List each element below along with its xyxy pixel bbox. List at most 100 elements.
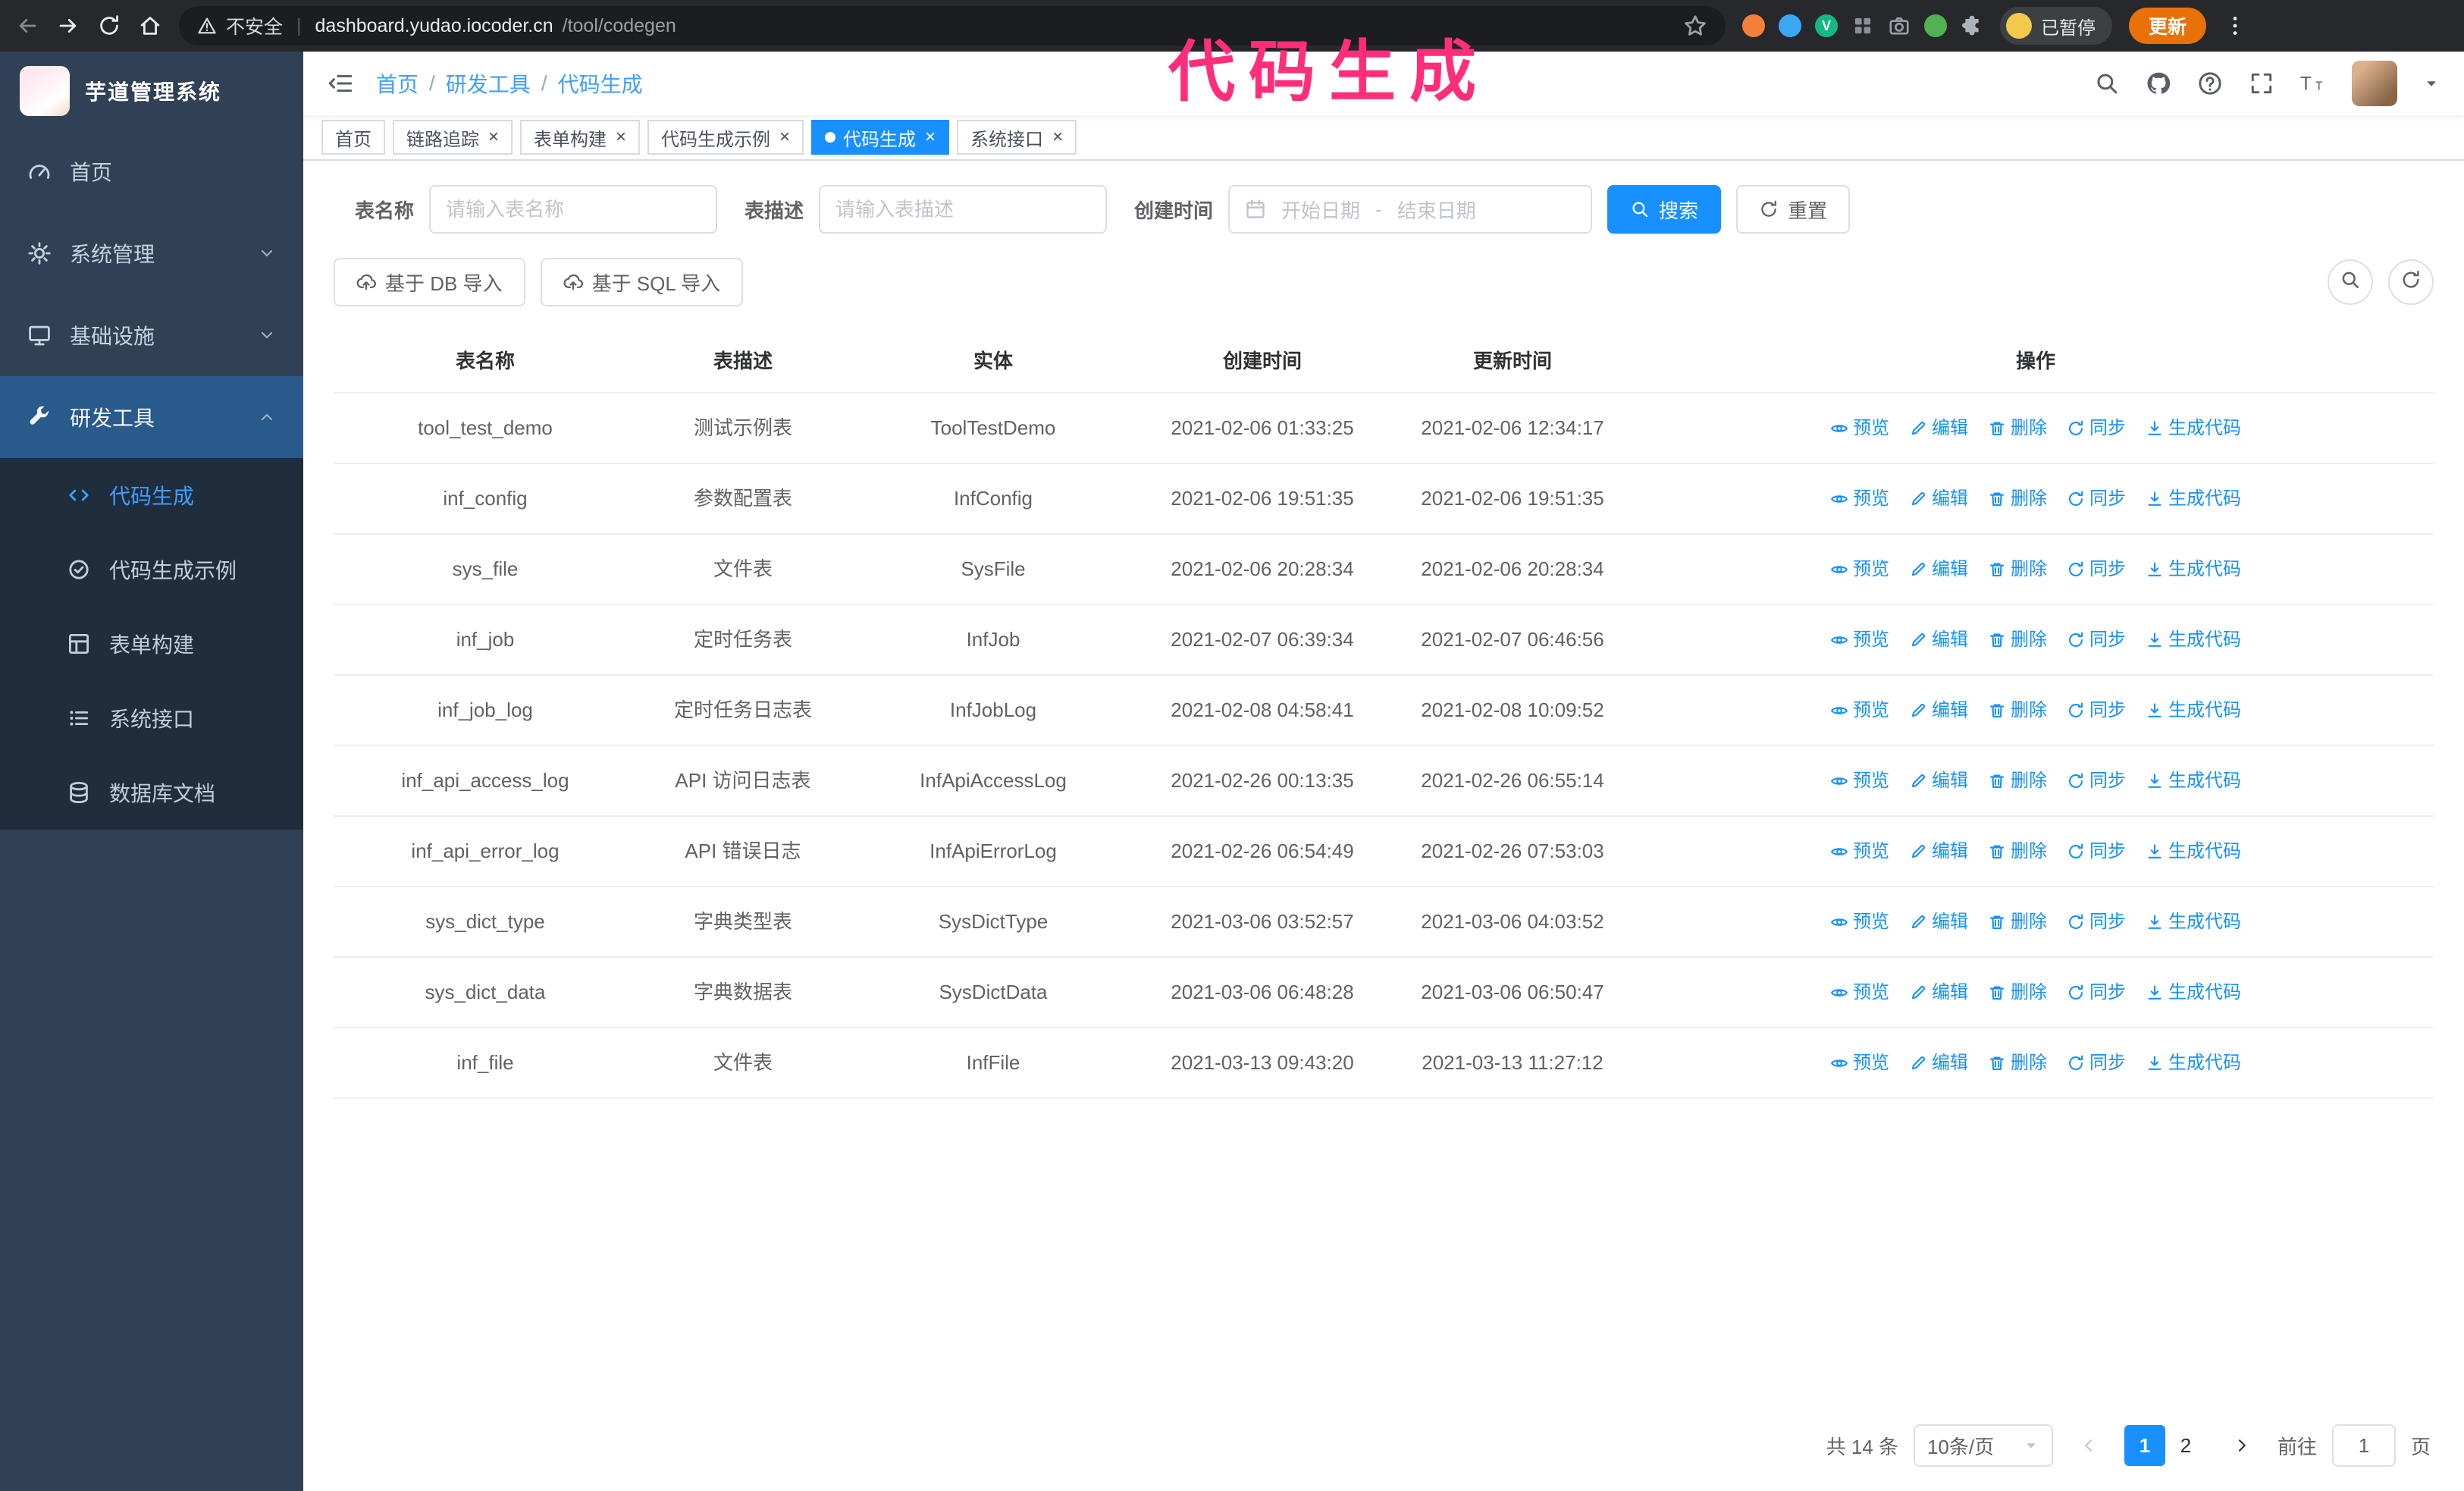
breadcrumb-item[interactable]: 首页	[376, 68, 419, 99]
action-preview[interactable]: 预览	[1830, 556, 1889, 583]
action-generate[interactable]: 生成代码	[2146, 697, 2241, 724]
action-edit[interactable]: 编辑	[1909, 697, 1968, 724]
address-bar[interactable]: 不安全 | dashboard.yudao.iocoder.cn/tool/co…	[179, 6, 1726, 46]
tab-form-builder[interactable]: 表单构建 ×	[520, 120, 641, 155]
action-sync[interactable]: 同步	[2067, 909, 2126, 936]
table-row[interactable]: inf_file 文件表 InfFile 2021-03-13 09:43:20 202…	[334, 1028, 2434, 1099]
sidebar-subitem-codegen[interactable]: 代码生成	[0, 458, 303, 532]
extension-7[interactable]	[1961, 14, 1983, 37]
action-delete[interactable]: 删除	[1988, 626, 2047, 654]
tab-codegen[interactable]: 代码生成 ×	[811, 120, 950, 155]
close-tab-icon[interactable]: ×	[779, 128, 790, 146]
sidebar-subitem-form-builder[interactable]: 表单构建	[0, 607, 303, 681]
action-sync[interactable]: 同步	[2067, 485, 2126, 513]
reset-button[interactable]: 重置	[1736, 185, 1851, 234]
sidebar-subitem-api[interactable]: 系统接口	[0, 681, 303, 755]
action-generate[interactable]: 生成代码	[2146, 979, 2241, 1006]
action-preview[interactable]: 预览	[1830, 838, 1889, 865]
import-db-button[interactable]: 基于 DB 导入	[334, 258, 525, 306]
action-delete[interactable]: 删除	[1988, 979, 2047, 1006]
action-sync[interactable]: 同步	[2067, 556, 2126, 583]
tab-tracer[interactable]: 链路追踪 ×	[393, 120, 513, 155]
action-generate[interactable]: 生成代码	[2146, 626, 2241, 654]
sidebar-item-system[interactable]: 系统管理	[0, 212, 303, 294]
table-row[interactable]: sys_dict_type 字典类型表 SysDictType 2021-03-06 …	[334, 887, 2434, 958]
action-generate[interactable]: 生成代码	[2146, 556, 2241, 583]
fullscreen-icon[interactable]	[2249, 71, 2274, 96]
table-desc-input[interactable]	[819, 185, 1108, 234]
next-page-button[interactable]	[2221, 1425, 2262, 1466]
extension-6[interactable]	[1924, 14, 1947, 37]
action-edit[interactable]: 编辑	[1909, 979, 1968, 1006]
home-icon[interactable]	[138, 14, 162, 38]
action-preview[interactable]: 预览	[1830, 909, 1889, 936]
page-button-1[interactable]: 1	[2124, 1425, 2165, 1466]
table-row[interactable]: inf_config 参数配置表 InfConfig 2021-02-06 19:51…	[334, 463, 2434, 535]
table-row[interactable]: inf_job 定时任务表 InfJob 2021-02-07 06:39:34 202…	[334, 604, 2434, 676]
table-row[interactable]: inf_job_log 定时任务日志表 InfJobLog 2021-02-08 04…	[334, 675, 2434, 746]
avatar-caret-icon[interactable]	[2423, 75, 2440, 92]
sidebar-subitem-db-doc[interactable]: 数据库文档	[0, 755, 303, 830]
breadcrumb-item[interactable]: 代码生成	[558, 68, 643, 99]
action-preview[interactable]: 预览	[1830, 415, 1889, 442]
action-sync[interactable]: 同步	[2067, 979, 2126, 1006]
action-generate[interactable]: 生成代码	[2146, 909, 2241, 936]
extension-5[interactable]	[1888, 14, 1911, 37]
toggle-search-button[interactable]	[2328, 259, 2373, 305]
page-button-2[interactable]: 2	[2165, 1425, 2206, 1466]
action-generate[interactable]: 生成代码	[2146, 838, 2241, 865]
forward-icon[interactable]	[56, 14, 80, 38]
action-edit[interactable]: 编辑	[1909, 415, 1968, 442]
fontsize-icon[interactable]: TT	[2300, 71, 2326, 96]
action-generate[interactable]: 生成代码	[2146, 767, 2241, 795]
close-tab-icon[interactable]: ×	[1052, 128, 1063, 146]
extension-2[interactable]	[1779, 14, 1801, 37]
action-sync[interactable]: 同步	[2067, 767, 2126, 795]
breadcrumb-item[interactable]: 研发工具	[446, 68, 531, 99]
back-icon[interactable]	[15, 14, 39, 38]
action-generate[interactable]: 生成代码	[2146, 485, 2241, 513]
table-row[interactable]: sys_dict_data 字典数据表 SysDictData 2021-03-06 …	[334, 957, 2434, 1028]
import-sql-button[interactable]: 基于 SQL 导入	[540, 258, 744, 306]
refresh-table-button[interactable]	[2388, 259, 2434, 305]
table-row[interactable]: inf_api_error_log API 错误日志 InfApiErrorLog 2…	[334, 816, 2434, 887]
tab-home[interactable]: 首页	[321, 120, 385, 155]
extension-4[interactable]	[1851, 14, 1874, 37]
search-button[interactable]: 搜索	[1607, 185, 1722, 234]
extension-1[interactable]	[1742, 14, 1765, 37]
action-delete[interactable]: 删除	[1988, 485, 2047, 513]
action-delete[interactable]: 删除	[1988, 838, 2047, 865]
extension-3[interactable]: V	[1815, 14, 1838, 37]
action-sync[interactable]: 同步	[2067, 1050, 2126, 1077]
logo[interactable]: 芋道管理系统	[0, 52, 303, 130]
date-range-picker[interactable]: 开始日期 - 结束日期	[1228, 185, 1593, 234]
action-edit[interactable]: 编辑	[1909, 556, 1968, 583]
action-sync[interactable]: 同步	[2067, 415, 2126, 442]
action-sync[interactable]: 同步	[2067, 838, 2126, 865]
action-edit[interactable]: 编辑	[1909, 485, 1968, 513]
reload-icon[interactable]	[97, 14, 121, 38]
action-delete[interactable]: 删除	[1988, 415, 2047, 442]
bookmark-star-icon[interactable]	[1683, 14, 1707, 38]
sidebar-item-home[interactable]: 首页	[0, 130, 303, 212]
close-tab-icon[interactable]: ×	[925, 128, 936, 146]
action-preview[interactable]: 预览	[1830, 697, 1889, 724]
github-icon[interactable]	[2146, 71, 2171, 96]
action-delete[interactable]: 删除	[1988, 697, 2047, 724]
action-delete[interactable]: 删除	[1988, 909, 2047, 936]
help-icon[interactable]	[2197, 71, 2223, 96]
action-delete[interactable]: 删除	[1988, 767, 2047, 795]
page-size-select[interactable]: 10条/页	[1913, 1424, 2053, 1467]
goto-page-input[interactable]	[2331, 1424, 2396, 1467]
action-generate[interactable]: 生成代码	[2146, 1050, 2241, 1077]
table-row[interactable]: sys_file 文件表 SysFile 2021-02-06 20:28:34 202…	[334, 534, 2434, 605]
action-sync[interactable]: 同步	[2067, 626, 2126, 654]
prev-page-button[interactable]	[2068, 1425, 2109, 1466]
action-edit[interactable]: 编辑	[1909, 626, 1968, 654]
browser-menu-icon[interactable]	[2223, 14, 2247, 38]
action-edit[interactable]: 编辑	[1909, 909, 1968, 936]
table-row[interactable]: tool_test_demo 测试示例表 ToolTestDemo 2021-02-0…	[334, 393, 2434, 464]
action-preview[interactable]: 预览	[1830, 626, 1889, 654]
sidebar-item-devtools[interactable]: 研发工具	[0, 376, 303, 458]
action-preview[interactable]: 预览	[1830, 767, 1889, 795]
